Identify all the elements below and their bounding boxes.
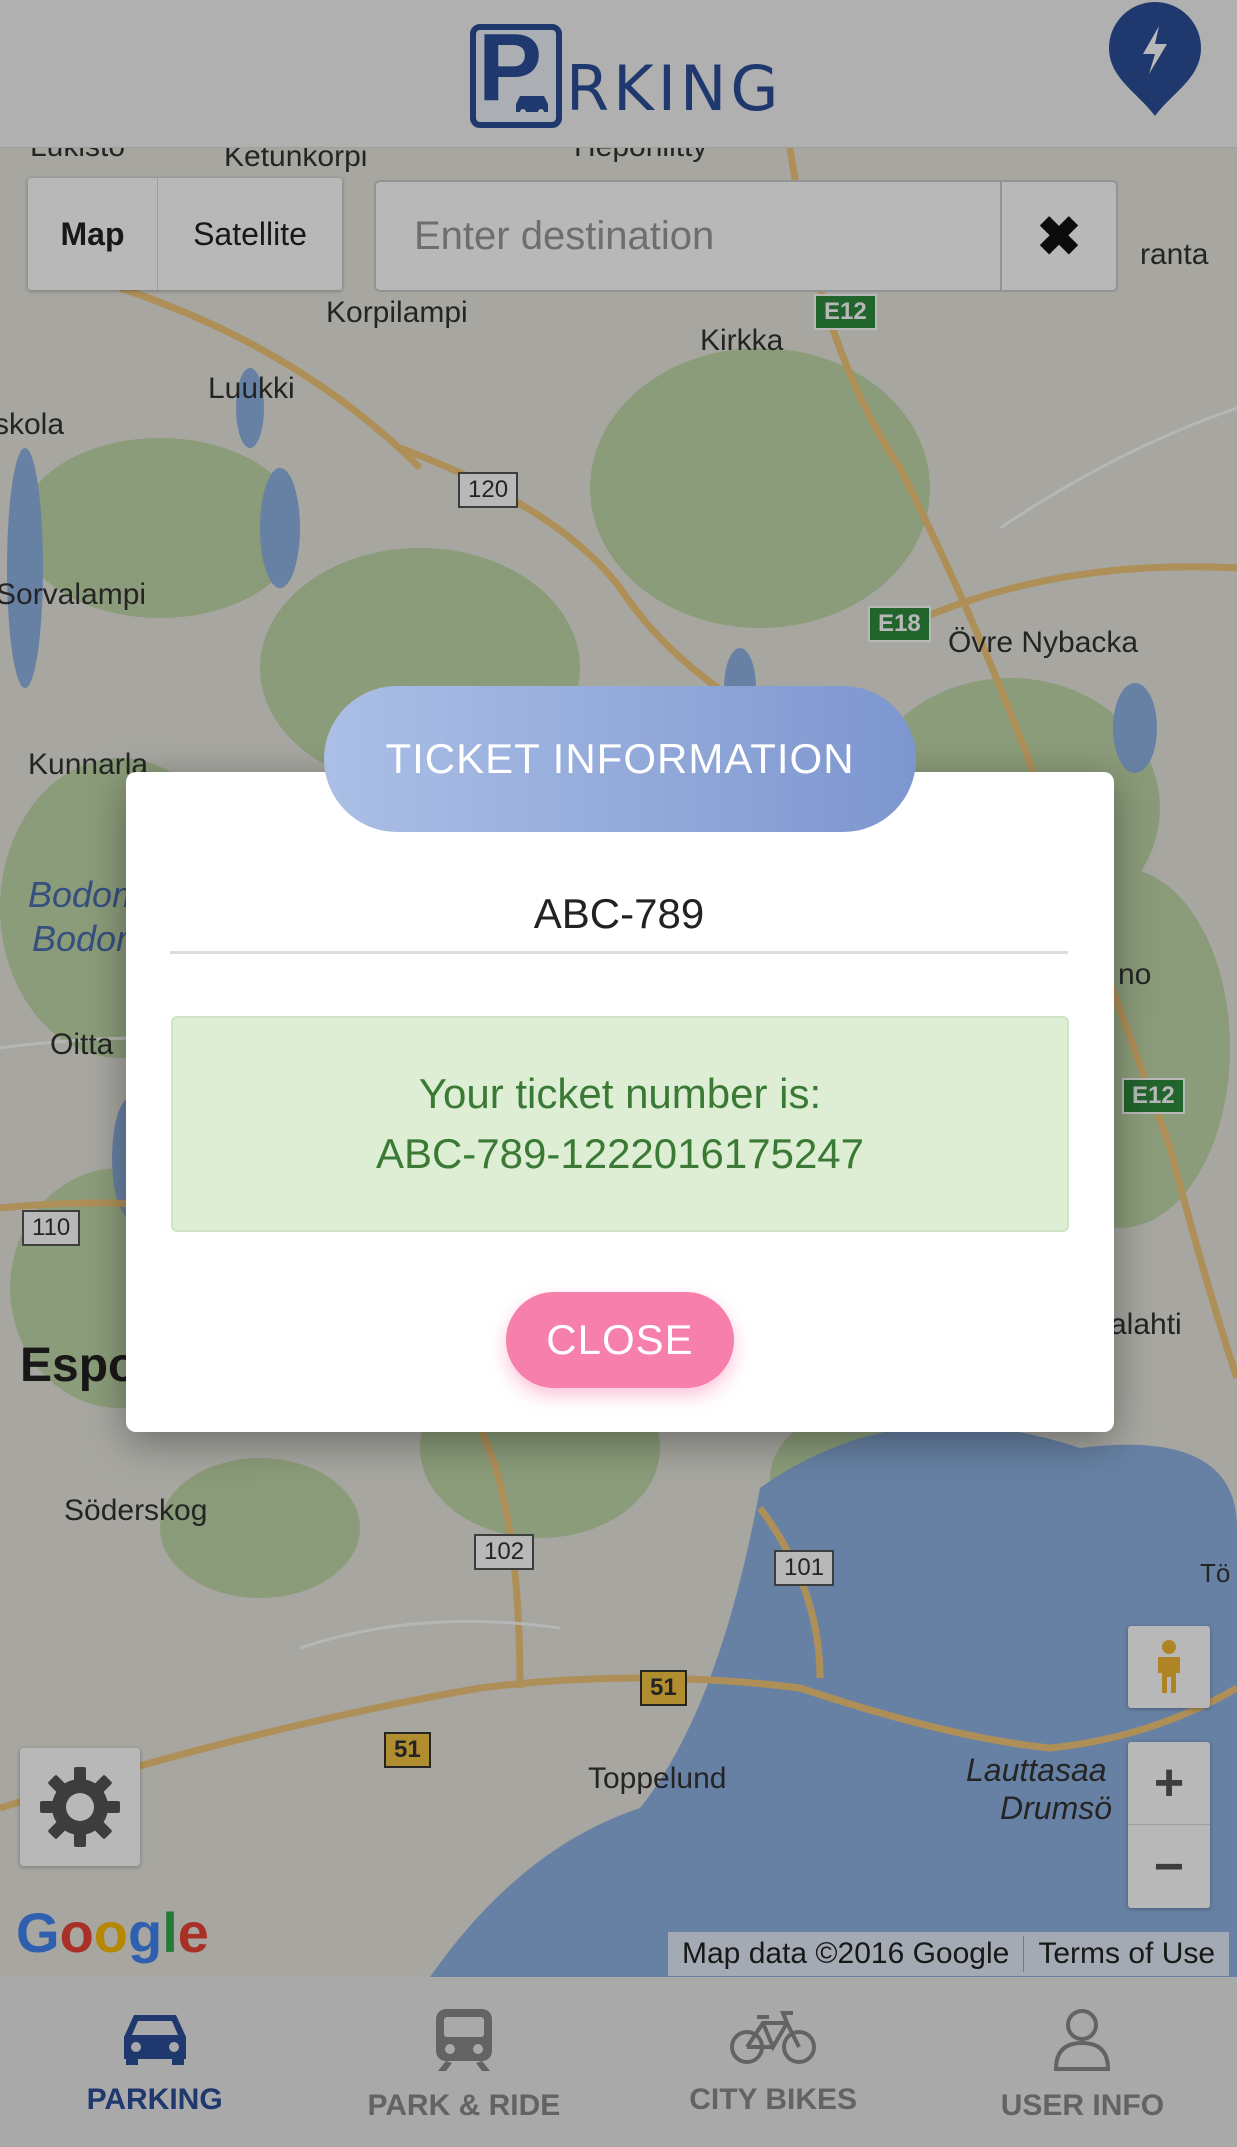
close-button[interactable]: CLOSE bbox=[506, 1292, 734, 1388]
ticket-message-label: Your ticket number is: bbox=[418, 1070, 822, 1117]
license-plate-field: ABC-789 bbox=[170, 876, 1068, 954]
ticket-success-alert: Your ticket number is: ABC-789-122201617… bbox=[171, 1016, 1069, 1232]
modal-title: TICKET INFORMATION bbox=[324, 686, 916, 832]
ticket-number: ABC-789-1222016175247 bbox=[375, 1130, 865, 1177]
